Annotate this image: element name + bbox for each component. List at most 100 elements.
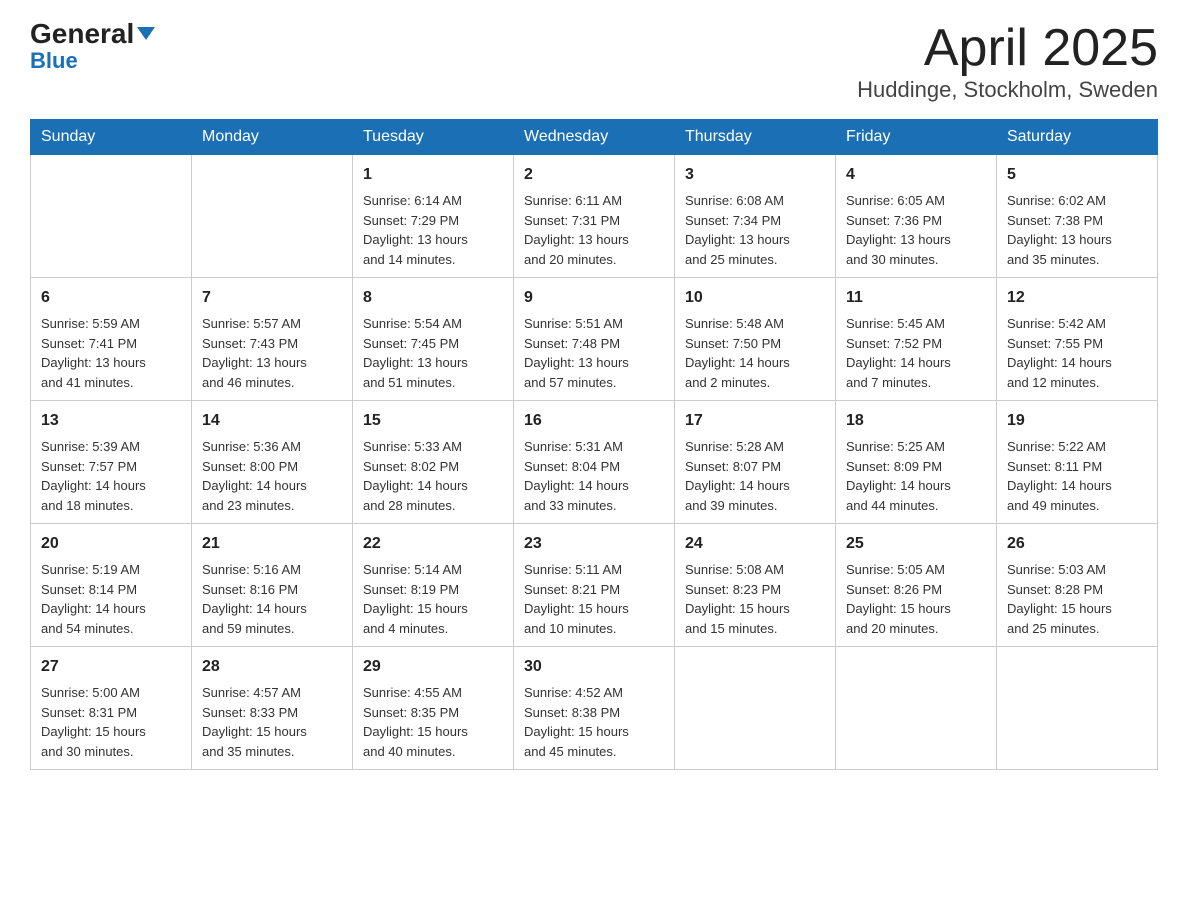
header-friday: Friday [836,120,997,155]
day-number: 2 [524,163,664,187]
day-number: 27 [41,655,181,679]
calendar-header-row: SundayMondayTuesdayWednesdayThursdayFrid… [31,120,1158,155]
day-cell: 18 Sunrise: 5:25 AMSunset: 8:09 PMDayligh… [836,401,997,524]
day-info: Sunrise: 5:33 AMSunset: 8:02 PMDaylight:… [363,437,503,515]
calendar-subtitle: Huddinge, Stockholm, Sweden [857,77,1158,103]
day-number: 13 [41,409,181,433]
day-info: Sunrise: 5:28 AMSunset: 8:07 PMDaylight:… [685,437,825,515]
calendar-title: April 2025 [857,20,1158,77]
day-number: 24 [685,532,825,556]
day-info: Sunrise: 5:54 AMSunset: 7:45 PMDaylight:… [363,314,503,392]
day-cell: 25 Sunrise: 5:05 AMSunset: 8:26 PMDayligh… [836,524,997,647]
calendar-table: SundayMondayTuesdayWednesdayThursdayFrid… [30,119,1158,770]
header-tuesday: Tuesday [353,120,514,155]
week-row-1: 1 Sunrise: 6:14 AMSunset: 7:29 PMDaylight… [31,155,1158,278]
day-cell: 15Sunrise: 5:33 AMSunset: 8:02 PMDayligh… [353,401,514,524]
day-number: 8 [363,286,503,310]
day-cell: 28 Sunrise: 4:57 AMSunset: 8:33 PMDayligh… [192,647,353,770]
day-cell: 23 Sunrise: 5:11 AMSunset: 8:21 PMDayligh… [514,524,675,647]
day-info: Sunrise: 5:00 AMSunset: 8:31 PMDaylight:… [41,683,181,761]
day-number: 1 [363,163,503,187]
day-cell: 12Sunrise: 5:42 AMSunset: 7:55 PMDayligh… [997,278,1158,401]
day-cell: 17 Sunrise: 5:28 AMSunset: 8:07 PMDayligh… [675,401,836,524]
logo: General Blue [30,20,155,72]
day-info: Sunrise: 5:11 AMSunset: 8:21 PMDaylight:… [524,560,664,638]
header-saturday: Saturday [997,120,1158,155]
day-cell: 8 Sunrise: 5:54 AMSunset: 7:45 PMDaylight… [353,278,514,401]
logo-triangle-icon [137,27,155,40]
day-cell: 21 Sunrise: 5:16 AMSunset: 8:16 PMDayligh… [192,524,353,647]
day-info: Sunrise: 6:14 AMSunset: 7:29 PMDaylight:… [363,191,503,269]
day-number: 5 [1007,163,1147,187]
day-info: Sunrise: 5:51 AMSunset: 7:48 PMDaylight:… [524,314,664,392]
day-cell [836,647,997,770]
day-info: Sunrise: 5:25 AMSunset: 8:09 PMDaylight:… [846,437,986,515]
week-row-2: 6Sunrise: 5:59 AMSunset: 7:41 PMDaylight… [31,278,1158,401]
day-cell: 14Sunrise: 5:36 AMSunset: 8:00 PMDayligh… [192,401,353,524]
day-cell: 9Sunrise: 5:51 AMSunset: 7:48 PMDaylight… [514,278,675,401]
day-info: Sunrise: 4:57 AMSunset: 8:33 PMDaylight:… [202,683,342,761]
day-info: Sunrise: 5:57 AMSunset: 7:43 PMDaylight:… [202,314,342,392]
day-cell: 5 Sunrise: 6:02 AMSunset: 7:38 PMDaylight… [997,155,1158,278]
week-row-4: 20 Sunrise: 5:19 AMSunset: 8:14 PMDayligh… [31,524,1158,647]
day-number: 29 [363,655,503,679]
day-cell: 7 Sunrise: 5:57 AMSunset: 7:43 PMDaylight… [192,278,353,401]
day-number: 25 [846,532,986,556]
day-cell: 6Sunrise: 5:59 AMSunset: 7:41 PMDaylight… [31,278,192,401]
day-info: Sunrise: 5:31 AMSunset: 8:04 PMDaylight:… [524,437,664,515]
day-info: Sunrise: 5:59 AMSunset: 7:41 PMDaylight:… [41,314,181,392]
day-number: 7 [202,286,342,310]
day-info: Sunrise: 5:45 AMSunset: 7:52 PMDaylight:… [846,314,986,392]
day-cell: 10 Sunrise: 5:48 AMSunset: 7:50 PMDayligh… [675,278,836,401]
week-row-5: 27 Sunrise: 5:00 AMSunset: 8:31 PMDayligh… [31,647,1158,770]
day-cell [675,647,836,770]
day-info: Sunrise: 6:02 AMSunset: 7:38 PMDaylight:… [1007,191,1147,269]
day-cell [31,155,192,278]
day-cell [997,647,1158,770]
header-monday: Monday [192,120,353,155]
day-info: Sunrise: 6:05 AMSunset: 7:36 PMDaylight:… [846,191,986,269]
day-cell: 2 Sunrise: 6:11 AMSunset: 7:31 PMDaylight… [514,155,675,278]
day-number: 18 [846,409,986,433]
day-info: Sunrise: 6:11 AMSunset: 7:31 PMDaylight:… [524,191,664,269]
day-info: Sunrise: 5:03 AMSunset: 8:28 PMDaylight:… [1007,560,1147,638]
day-cell: 24Sunrise: 5:08 AMSunset: 8:23 PMDayligh… [675,524,836,647]
day-cell: 13 Sunrise: 5:39 AMSunset: 7:57 PMDayligh… [31,401,192,524]
day-cell: 20 Sunrise: 5:19 AMSunset: 8:14 PMDayligh… [31,524,192,647]
day-number: 26 [1007,532,1147,556]
day-number: 16 [524,409,664,433]
day-number: 20 [41,532,181,556]
day-info: Sunrise: 4:52 AMSunset: 8:38 PMDaylight:… [524,683,664,761]
day-cell: 19Sunrise: 5:22 AMSunset: 8:11 PMDayligh… [997,401,1158,524]
header-sunday: Sunday [31,120,192,155]
header-wednesday: Wednesday [514,120,675,155]
day-number: 14 [202,409,342,433]
day-number: 21 [202,532,342,556]
day-cell: 30 Sunrise: 4:52 AMSunset: 8:38 PMDayligh… [514,647,675,770]
day-info: Sunrise: 5:39 AMSunset: 7:57 PMDaylight:… [41,437,181,515]
day-cell: 27 Sunrise: 5:00 AMSunset: 8:31 PMDayligh… [31,647,192,770]
day-info: Sunrise: 5:14 AMSunset: 8:19 PMDaylight:… [363,560,503,638]
day-info: Sunrise: 6:08 AMSunset: 7:34 PMDaylight:… [685,191,825,269]
day-number: 3 [685,163,825,187]
day-number: 19 [1007,409,1147,433]
day-info: Sunrise: 5:48 AMSunset: 7:50 PMDaylight:… [685,314,825,392]
day-info: Sunrise: 5:16 AMSunset: 8:16 PMDaylight:… [202,560,342,638]
day-number: 17 [685,409,825,433]
day-info: Sunrise: 5:19 AMSunset: 8:14 PMDaylight:… [41,560,181,638]
day-cell: 1 Sunrise: 6:14 AMSunset: 7:29 PMDaylight… [353,155,514,278]
page-header: General Blue April 2025 Huddinge, Stockh… [30,20,1158,103]
day-cell [192,155,353,278]
day-number: 12 [1007,286,1147,310]
day-cell: 29 Sunrise: 4:55 AMSunset: 8:35 PMDayligh… [353,647,514,770]
day-cell: 11Sunrise: 5:45 AMSunset: 7:52 PMDayligh… [836,278,997,401]
logo-general: General [30,20,155,48]
logo-blue: Blue [30,50,78,72]
day-cell: 4Sunrise: 6:05 AMSunset: 7:36 PMDaylight… [836,155,997,278]
day-info: Sunrise: 5:05 AMSunset: 8:26 PMDaylight:… [846,560,986,638]
day-number: 28 [202,655,342,679]
day-number: 10 [685,286,825,310]
day-number: 23 [524,532,664,556]
day-info: Sunrise: 4:55 AMSunset: 8:35 PMDaylight:… [363,683,503,761]
day-number: 30 [524,655,664,679]
